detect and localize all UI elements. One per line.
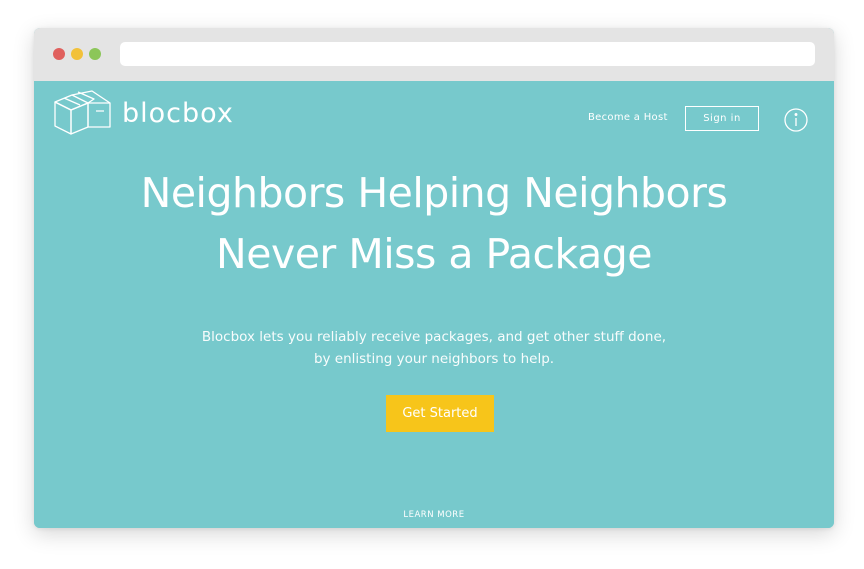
- hero-subtitle: Blocbox lets you reliably receive packag…: [34, 326, 834, 370]
- hero-subtitle-line-1: Blocbox lets you reliably receive packag…: [201, 329, 667, 345]
- brand-name: blocbox: [122, 97, 234, 129]
- minimize-window-dot[interactable]: [71, 48, 83, 60]
- info-icon[interactable]: [784, 108, 808, 132]
- hero-title-line-1: Neighbors Helping Neighbors: [140, 169, 728, 217]
- landing-page: blocbox Become a Host Sign in Neighbors …: [34, 81, 834, 528]
- close-window-dot[interactable]: [53, 48, 65, 60]
- hero-title: Neighbors Helping Neighbors Never Miss a…: [34, 163, 834, 285]
- browser-window: blocbox Become a Host Sign in Neighbors …: [34, 28, 834, 528]
- sign-in-button[interactable]: Sign in: [685, 106, 759, 131]
- maximize-window-dot[interactable]: [89, 48, 101, 60]
- browser-chrome: [34, 28, 834, 81]
- become-host-link[interactable]: Become a Host: [588, 112, 668, 123]
- brand-logo[interactable]: blocbox: [52, 90, 234, 136]
- address-bar[interactable]: [120, 42, 815, 66]
- get-started-button[interactable]: Get Started: [386, 395, 494, 432]
- hero-title-line-2: Never Miss a Package: [216, 230, 652, 278]
- box-logo-icon: [54, 90, 111, 135]
- hero-subtitle-line-2: by enlisting your neighbors to help.: [313, 351, 555, 367]
- learn-more-link[interactable]: LEARN MORE: [34, 510, 834, 520]
